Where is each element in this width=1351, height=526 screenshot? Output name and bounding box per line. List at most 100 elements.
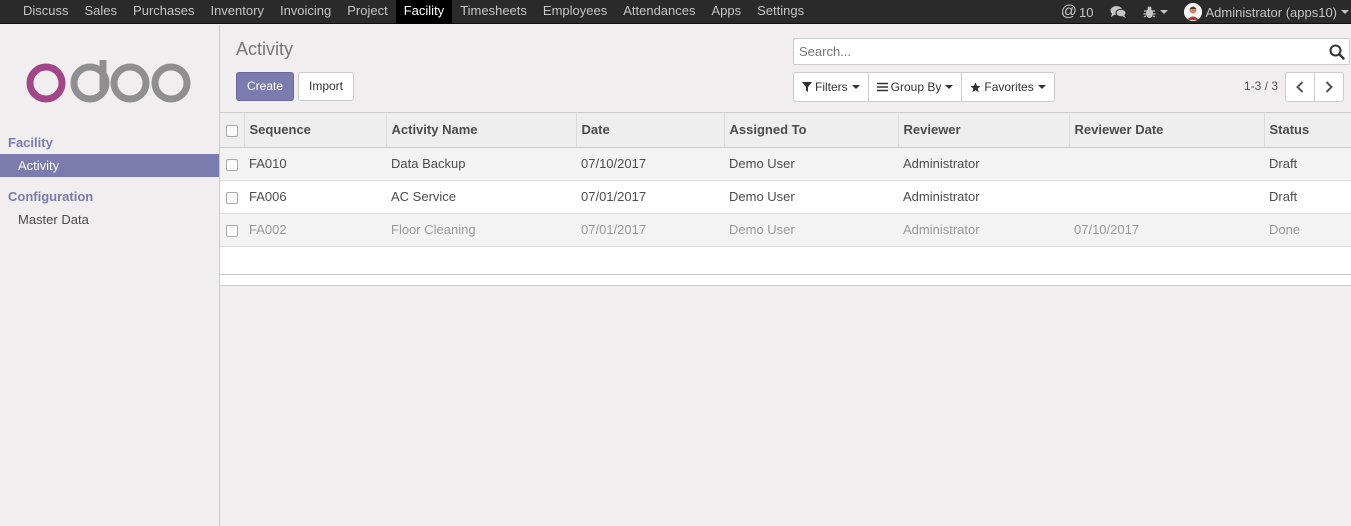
column-activity-name[interactable]: Activity Name xyxy=(386,113,577,148)
cell-reviewer-date xyxy=(1069,147,1264,181)
search-icon[interactable] xyxy=(1329,44,1345,60)
table-header: Sequence Activity Name Date Assigned To … xyxy=(220,113,1351,148)
cell-sequence: FA010 xyxy=(244,147,386,181)
menu-project[interactable]: Project xyxy=(339,0,395,24)
pager-previous-button[interactable] xyxy=(1285,72,1315,102)
menu-apps[interactable]: Apps xyxy=(704,0,750,24)
table-row[interactable]: FA006 AC Service 07/01/2017 Demo User Ad… xyxy=(220,180,1351,214)
avatar xyxy=(1183,3,1202,21)
search-input[interactable] xyxy=(799,42,1319,61)
mentions-button[interactable]: @ 10 xyxy=(1053,0,1102,24)
debug-button[interactable] xyxy=(1135,0,1176,24)
activity-table: Sequence Activity Name Date Assigned To … xyxy=(220,113,1351,247)
sidebar-section-configuration: Configuration xyxy=(8,189,94,204)
menu-sales[interactable]: Sales xyxy=(77,0,126,24)
sidebar: Facility Activity Configuration Master D… xyxy=(0,25,220,526)
cell-status: Done xyxy=(1264,213,1351,247)
column-assigned-to[interactable]: Assigned To xyxy=(724,113,899,148)
cell-activity-name: Floor Cleaning xyxy=(386,213,576,247)
cell-date: 07/01/2017 xyxy=(576,180,724,214)
cell-date: 07/01/2017 xyxy=(576,213,724,247)
cell-date: 07/10/2017 xyxy=(576,147,724,181)
menu-purchases[interactable]: Purchases xyxy=(125,0,202,24)
cell-activity-name: Data Backup xyxy=(386,147,576,181)
cell-assigned-to: Demo User xyxy=(724,147,898,181)
sidebar-item-activity[interactable]: Activity xyxy=(0,154,219,177)
column-date[interactable]: Date xyxy=(576,113,725,148)
favorites-button[interactable]: Favorites xyxy=(961,72,1055,102)
menu-attendances[interactable]: Attendances xyxy=(615,0,703,24)
row-select-cell xyxy=(220,147,244,181)
table-row[interactable]: FA010 Data Backup 07/10/2017 Demo User A… xyxy=(220,147,1351,181)
cell-assigned-to: Demo User xyxy=(724,213,898,247)
table-footer xyxy=(220,274,1351,286)
main-navbar: Discuss Sales Purchases Inventory Invoic… xyxy=(0,0,1351,24)
chevron-right-icon xyxy=(1325,81,1333,93)
user-name: Administrator (apps10) xyxy=(1205,4,1338,20)
menu-inventory[interactable]: Inventory xyxy=(202,0,271,24)
cell-sequence: FA006 xyxy=(244,180,386,214)
at-icon: @ xyxy=(1060,3,1078,20)
chevron-down-icon xyxy=(1037,85,1046,89)
chat-button[interactable] xyxy=(1102,0,1135,24)
favorites-label: Favorites xyxy=(984,80,1034,94)
menu-settings[interactable]: Settings xyxy=(749,0,812,24)
cell-reviewer: Administrator xyxy=(898,180,1069,214)
chevron-down-icon xyxy=(1159,10,1168,14)
menu-invoicing[interactable]: Invoicing xyxy=(272,0,339,24)
pager-next-button[interactable] xyxy=(1314,72,1344,102)
user-menu[interactable]: Administrator (apps10) xyxy=(1176,0,1351,24)
row-checkbox[interactable] xyxy=(226,224,238,237)
filter-icon xyxy=(802,82,812,92)
column-status[interactable]: Status xyxy=(1264,113,1351,148)
search-bar xyxy=(793,38,1350,65)
cell-reviewer-date: 07/10/2017 xyxy=(1069,213,1264,247)
column-reviewer[interactable]: Reviewer xyxy=(898,113,1070,148)
cell-status: Draft xyxy=(1264,147,1351,181)
select-all-checkbox[interactable] xyxy=(226,124,238,137)
odoo-logo[interactable] xyxy=(26,60,192,104)
app-menu: Discuss Sales Purchases Inventory Invoic… xyxy=(15,0,812,24)
sidebar-section-facility: Facility xyxy=(8,135,53,150)
cell-reviewer-date xyxy=(1069,180,1264,214)
sidebar-item-master-data[interactable]: Master Data xyxy=(0,208,219,231)
cell-reviewer: Administrator xyxy=(898,213,1069,247)
chevron-down-icon xyxy=(851,85,860,89)
column-sequence[interactable]: Sequence xyxy=(244,113,387,148)
page-title: Activity xyxy=(236,39,294,59)
cell-status: Draft xyxy=(1264,180,1351,214)
menu-facility[interactable]: Facility xyxy=(395,0,453,24)
filters-label: Filters xyxy=(815,80,848,94)
search-options: Filters Group By Favorites xyxy=(793,72,1055,102)
systray: @ 10 Administrator (apps10) xyxy=(1053,0,1351,24)
bars-icon xyxy=(876,82,888,92)
bug-icon xyxy=(1143,6,1155,18)
filters-button[interactable]: Filters xyxy=(793,72,869,102)
column-reviewer-date[interactable]: Reviewer Date xyxy=(1069,113,1265,148)
group-by-label: Group By xyxy=(890,80,942,94)
menu-discuss[interactable]: Discuss xyxy=(15,0,77,24)
menu-employees[interactable]: Employees xyxy=(535,0,615,24)
group-by-button[interactable]: Group By xyxy=(867,72,963,102)
menu-timesheets[interactable]: Timesheets xyxy=(452,0,535,24)
cell-sequence: FA002 xyxy=(244,213,386,247)
create-button[interactable]: Create xyxy=(236,72,294,101)
chevron-down-icon xyxy=(1341,10,1349,14)
chevron-left-icon xyxy=(1296,81,1304,93)
cell-activity-name: AC Service xyxy=(386,180,576,214)
pager-value: 1-3 / 3 xyxy=(1244,79,1279,93)
row-select-cell xyxy=(220,180,244,214)
table-row[interactable]: FA002 Floor Cleaning 07/01/2017 Demo Use… xyxy=(220,213,1351,247)
chevron-down-icon xyxy=(945,85,954,89)
row-checkbox[interactable] xyxy=(226,158,238,171)
row-select-cell xyxy=(220,213,244,247)
import-button[interactable]: Import xyxy=(298,72,354,101)
cell-assigned-to: Demo User xyxy=(724,180,898,214)
comments-icon xyxy=(1110,6,1126,18)
row-checkbox[interactable] xyxy=(226,191,238,204)
mentions-count: 10 xyxy=(1079,4,1094,20)
cell-reviewer: Administrator xyxy=(898,147,1069,181)
list-view: Sequence Activity Name Date Assigned To … xyxy=(220,112,1351,275)
star-icon xyxy=(970,81,981,92)
select-all-cell xyxy=(220,113,245,148)
